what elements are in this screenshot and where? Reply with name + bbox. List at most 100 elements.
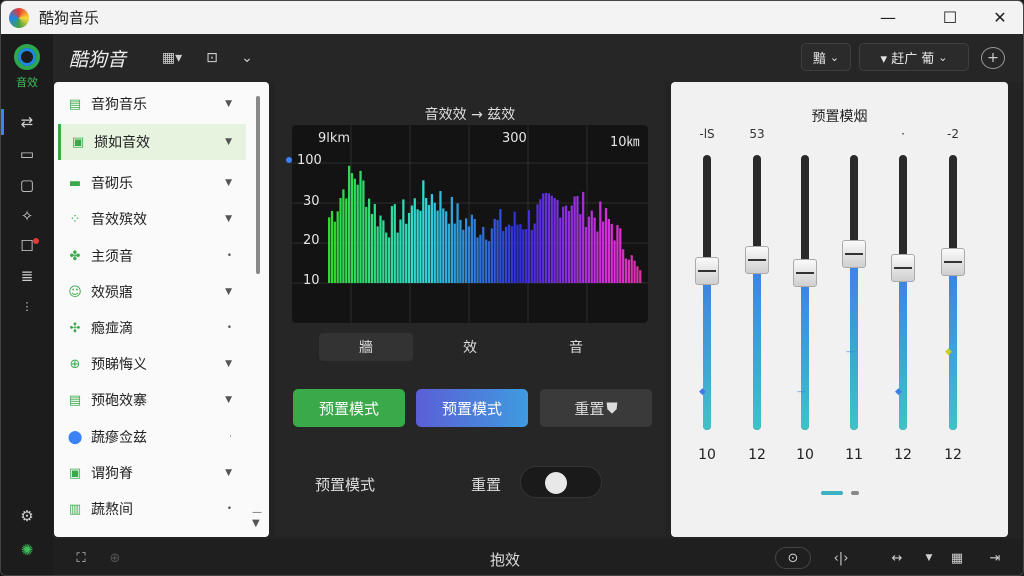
spectrum-bar <box>502 231 505 283</box>
output-select-left: ▾ 赶广 <box>880 51 918 67</box>
eq-slider-track[interactable] <box>949 155 957 430</box>
page-indicator-active[interactable] <box>821 491 843 495</box>
brand-title: 酷狗音 <box>69 49 127 71</box>
list-icon[interactable]: ≣ <box>15 264 39 288</box>
spectrum-bar <box>619 228 622 283</box>
bulb-icon[interactable]: ✧ <box>15 204 39 228</box>
freq-label-right: 10㎞ <box>610 135 640 150</box>
bottom-title: 抱效 <box>489 551 520 569</box>
spectrum-bar <box>476 237 479 283</box>
preset-mode-green-button[interactable]: 预置模式 <box>293 389 405 427</box>
scroll-down-icon[interactable]: — ▼ <box>252 507 262 529</box>
tab-2[interactable]: 音 <box>529 333 623 361</box>
shield-icon: ⛊ <box>606 399 618 417</box>
spectrum-bar <box>593 217 596 283</box>
chevron-down-icon: ▼ <box>225 395 232 405</box>
spectrum-visualizer: 9lkm 300 10㎞ <box>292 125 648 323</box>
preset-mode-blue-button[interactable]: 预置模式 <box>416 389 528 427</box>
spectrum-bar <box>356 184 359 283</box>
reset-button[interactable]: 重置 ⛊ <box>540 389 652 427</box>
spectrum-bar <box>413 198 416 283</box>
settings-icon[interactable]: ⚙ <box>15 504 39 528</box>
spectrum-bar <box>536 204 539 283</box>
bottom-bar: ⛶ ⊕ 抱效 ⊙ ‹|› ↔ ▼ ▦ ⇥ <box>53 539 1023 575</box>
list-item-2[interactable]: ▬ 音砌乐 ▼ <box>58 165 246 201</box>
spectrum-bar <box>385 232 388 283</box>
chevron-down-icon: ▼ <box>225 214 232 224</box>
output-select[interactable]: ▾ 赶广 葡 ⌄ <box>859 43 969 71</box>
chevron-down-icon[interactable]: ▼ <box>917 547 941 569</box>
window-icon[interactable]: ⊡ <box>201 46 223 70</box>
list-item-label: 效殒寤 <box>91 285 133 301</box>
close-button[interactable]: ✕ <box>977 1 1023 34</box>
list-item-9[interactable]: ⬤ 蔬瘮佥兹 · <box>58 419 246 455</box>
spectrum-bar <box>433 202 436 283</box>
spectrum-bar <box>559 217 562 283</box>
list-item-4[interactable]: ✤ 主须音 • <box>58 238 246 274</box>
eq-slider-handle[interactable] <box>695 256 719 285</box>
mouse-icon[interactable]: ⊙ <box>775 547 811 569</box>
list-item-7[interactable]: ⊕ 预睇悔义 ▼ <box>58 346 246 382</box>
mode-select[interactable]: 黯 ⌄ <box>801 43 851 71</box>
list-item-0[interactable]: ▤ 音狗音乐 ▼ <box>58 86 246 122</box>
spectrum-bar <box>507 224 511 283</box>
spectrum-bar <box>445 211 448 283</box>
spectrum-bar <box>539 199 542 283</box>
calendar-icon[interactable]: ▦ <box>945 547 969 569</box>
add-icon[interactable]: + <box>981 47 1005 69</box>
tab-0[interactable]: 牆 <box>319 333 413 361</box>
spectrum-bar <box>376 226 379 283</box>
eq-slider-handle[interactable] <box>891 253 915 282</box>
list-item-5[interactable]: ☺ 效殒寤 ▼ <box>58 274 246 310</box>
spectrum-bar <box>373 204 376 283</box>
reset-button-label: 重置 <box>574 399 605 418</box>
spectrum-bar <box>402 199 405 283</box>
band-top-label: -lS <box>699 127 715 141</box>
spectrum-bar <box>516 224 519 283</box>
eq-slider-handle[interactable] <box>793 259 817 288</box>
equalizer-icon[interactable]: ⇄ <box>15 110 39 134</box>
spectrum-bar <box>379 215 382 283</box>
list-item-10[interactable]: ▣ 谓狗脊 ▼ <box>58 455 246 491</box>
list-item-8[interactable]: ▤ 预砲效寨 ▼ <box>58 382 246 418</box>
reset-toggle[interactable] <box>520 466 602 498</box>
document-icon[interactable]: ▭ <box>15 142 39 166</box>
eq-slider-handle[interactable] <box>941 248 965 277</box>
split-icon[interactable]: ‹|› <box>829 547 853 569</box>
spectrum-bar <box>362 180 365 283</box>
eq-slider-handle[interactable] <box>842 240 866 268</box>
app-logo-icon <box>9 7 29 28</box>
minimize-button[interactable]: — <box>865 1 911 34</box>
band-top-label: 53 <box>749 127 765 141</box>
list-item-11[interactable]: ▥ 蔬熬间 • <box>58 491 246 527</box>
grid-view-icon[interactable]: ▦▾ <box>157 46 187 70</box>
spectrum-bar <box>607 219 610 283</box>
spectrum-bar <box>562 206 565 283</box>
eq-marker: — <box>846 347 855 357</box>
spectrum-bar <box>636 266 639 283</box>
band-top-label: -2 <box>947 127 959 141</box>
list-item-3[interactable]: ⁘ 音效殡效 ▼ <box>58 201 246 237</box>
list-item-6[interactable]: ✣ 瘾痖滴 • <box>58 310 246 346</box>
spectrum-bar <box>353 178 356 283</box>
eq-slider-track[interactable] <box>850 155 858 430</box>
scrollbar-thumb[interactable] <box>256 96 260 274</box>
tab-1[interactable]: 效 <box>423 333 517 361</box>
spectrum-bar <box>465 218 468 283</box>
arrows-icon[interactable]: ↔ <box>885 547 909 569</box>
page-indicator[interactable] <box>851 491 859 495</box>
spectrum-bar <box>553 197 556 283</box>
exit-icon[interactable]: ⇥ <box>983 547 1007 569</box>
sound-effect-logo-icon[interactable] <box>14 44 40 70</box>
clover-icon: ✣ <box>69 320 81 336</box>
grid-icon: ⁘ <box>69 211 81 227</box>
folder-icon[interactable]: ▢ <box>15 173 39 197</box>
eq-slider-handle[interactable] <box>745 245 769 274</box>
maximize-button[interactable]: ☐ <box>927 1 973 34</box>
chevron-down-icon[interactable]: ⌄ <box>237 46 257 70</box>
sparkle-icon[interactable]: ✺ <box>15 538 39 562</box>
list-item-1-selected[interactable]: ▣ 撷如音效 ▼ <box>58 124 246 160</box>
eq-slider-track[interactable] <box>753 155 761 430</box>
spectrum-bar <box>499 209 502 283</box>
more-icon[interactable]: ⋮ <box>15 294 39 318</box>
